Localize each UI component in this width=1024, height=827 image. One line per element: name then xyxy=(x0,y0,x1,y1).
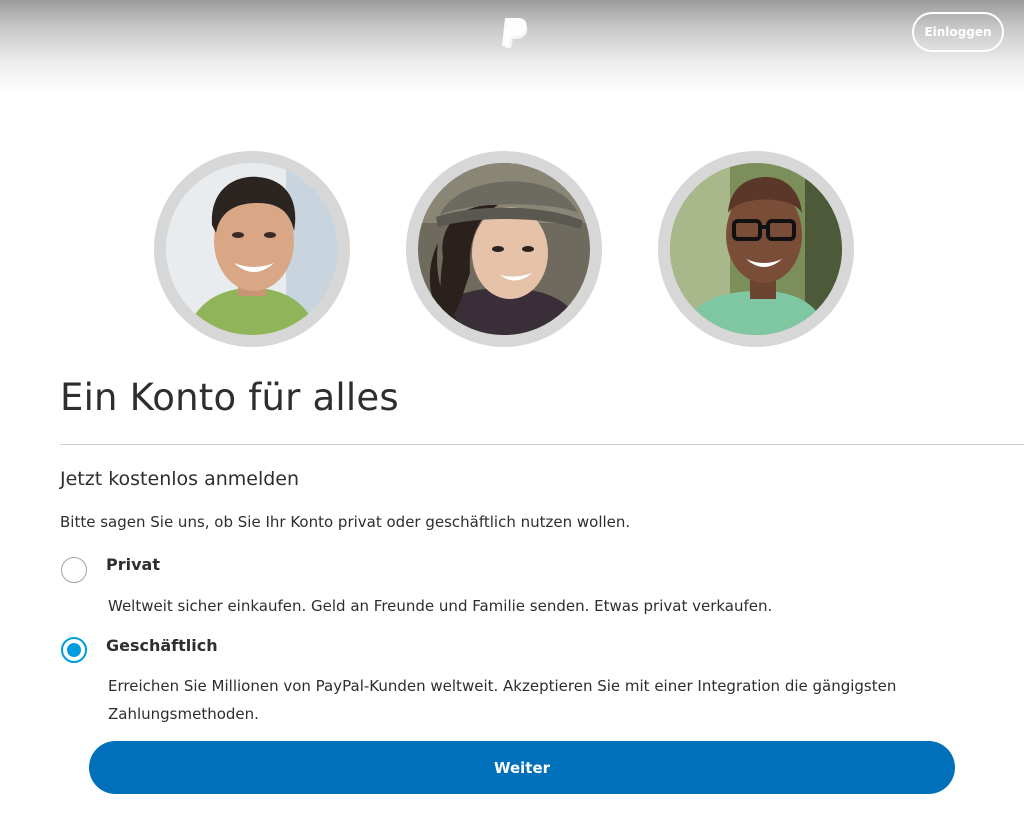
radio-description-business-line-2: Zahlungsmethoden. xyxy=(108,705,259,723)
page-title: Ein Konto für alles xyxy=(60,376,399,419)
radio-description-business: Erreichen Sie Millionen von PayPal-Kunde… xyxy=(108,672,988,728)
continue-button[interactable]: Weiter xyxy=(89,741,955,794)
radio-description-business-line-1: Erreichen Sie Millionen von PayPal-Kunde… xyxy=(108,677,897,695)
smiling-man-with-glasses-portrait-icon xyxy=(670,163,842,335)
divider xyxy=(60,444,1024,445)
paypal-logo-icon[interactable] xyxy=(496,14,532,50)
login-button[interactable]: Einloggen xyxy=(912,12,1004,52)
section-subtitle: Jetzt kostenlos anmelden xyxy=(60,468,300,490)
radio-private[interactable] xyxy=(61,557,87,583)
radio-business[interactable] xyxy=(61,637,87,663)
account-type-prompt: Bitte sagen Sie uns, ob Sie Ihr Konto pr… xyxy=(60,513,631,531)
avatar-portrait-3 xyxy=(658,151,854,347)
smiling-man-portrait-icon xyxy=(166,163,338,335)
radio-description-private: Weltweit sicher einkaufen. Geld an Freun… xyxy=(108,597,773,615)
radio-label-business[interactable]: Geschäftlich xyxy=(106,636,218,655)
avatar-portrait-1 xyxy=(154,151,350,347)
smiling-woman-with-hat-portrait-icon xyxy=(418,163,590,335)
radio-label-private[interactable]: Privat xyxy=(106,555,160,574)
header: Einloggen xyxy=(0,0,1024,95)
avatar-portrait-2 xyxy=(406,151,602,347)
signup-page: Einloggen Ein Konto für alles Jetzt kost… xyxy=(0,0,1024,827)
